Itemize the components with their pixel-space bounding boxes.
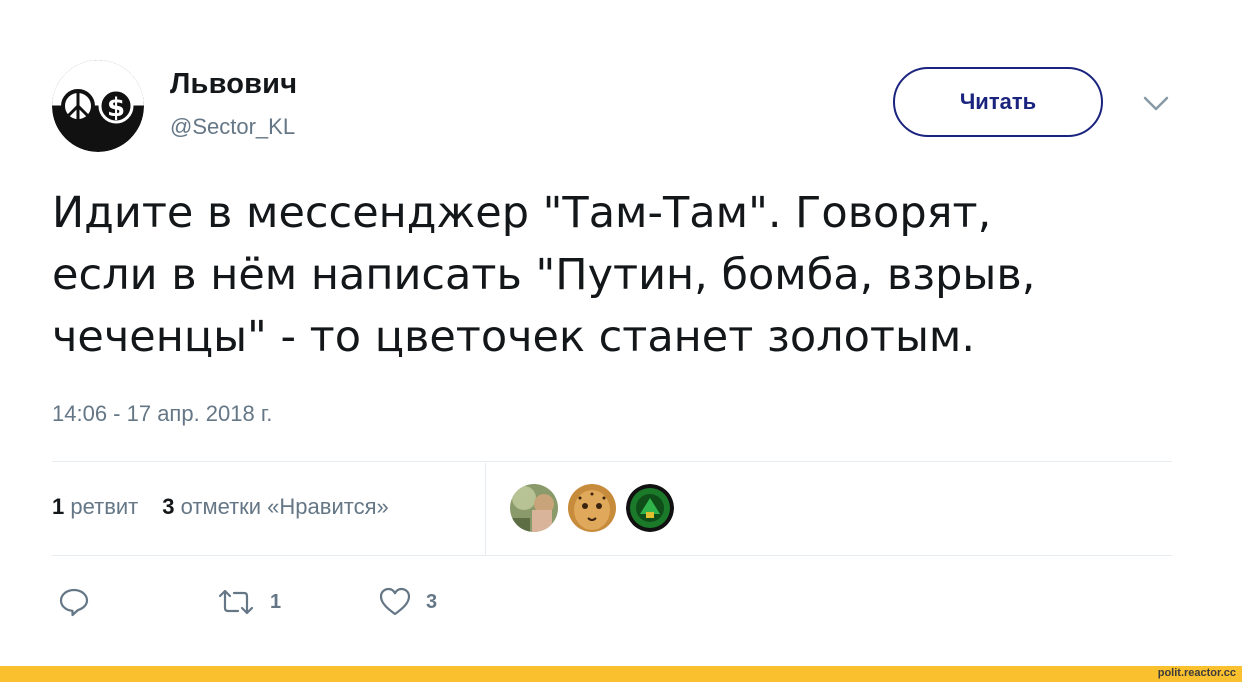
retweet-icon	[218, 589, 254, 615]
author-avatar[interactable]: $	[52, 60, 144, 152]
heart-icon	[379, 587, 411, 616]
reply-icon	[59, 588, 89, 617]
likers-list	[510, 484, 674, 532]
likes-stat[interactable]: 3 отметки «Нравится»	[162, 494, 388, 520]
reply-button[interactable]	[58, 586, 216, 618]
divider	[52, 461, 1172, 462]
retweets-count: 1	[52, 494, 65, 519]
author-handle[interactable]: @Sector_KL	[170, 114, 295, 140]
tweet-text-line: если в нём написать "Путин, бомба, взрыв…	[52, 250, 1036, 300]
divider	[485, 463, 486, 555]
retweet-count: 1	[270, 590, 282, 613]
tweet-actions: 1 3	[58, 586, 437, 618]
follow-button[interactable]: Читать	[893, 67, 1103, 137]
retweet-button[interactable]: 1	[216, 586, 378, 618]
chevron-down-icon[interactable]	[1141, 92, 1171, 116]
liker-avatar[interactable]	[510, 484, 558, 532]
tweet-timestamp[interactable]: 14:06 - 17 апр. 2018 г.	[52, 401, 272, 427]
author-name[interactable]: Львович	[170, 68, 297, 101]
retweets-stat[interactable]: 1 ретвит	[52, 494, 138, 520]
footer-bar	[0, 666, 1242, 682]
watermark: polit.reactor.cc	[1157, 667, 1236, 679]
liker-avatar[interactable]	[626, 484, 674, 532]
like-count: 3	[426, 590, 438, 613]
divider	[52, 555, 1172, 556]
tweet-text-line: чеченцы" - то цветочек станет золотым.	[52, 312, 976, 362]
liker-avatar[interactable]	[568, 484, 616, 532]
tweet-text-line: Идите в мессенджер "Там-Там". Говорят,	[52, 188, 992, 238]
like-button[interactable]: 3	[378, 586, 437, 618]
likes-count: 3	[162, 494, 175, 519]
tweet-stats: 1 ретвит 3 отметки «Нравится»	[52, 494, 389, 520]
svg-text:$: $	[107, 93, 125, 123]
tweet-text: Идите в мессенджер "Там-Там". Говорят, е…	[52, 182, 1182, 368]
retweets-label: ретвит	[70, 494, 139, 519]
likes-label: отметки «Нравится»	[180, 494, 389, 519]
